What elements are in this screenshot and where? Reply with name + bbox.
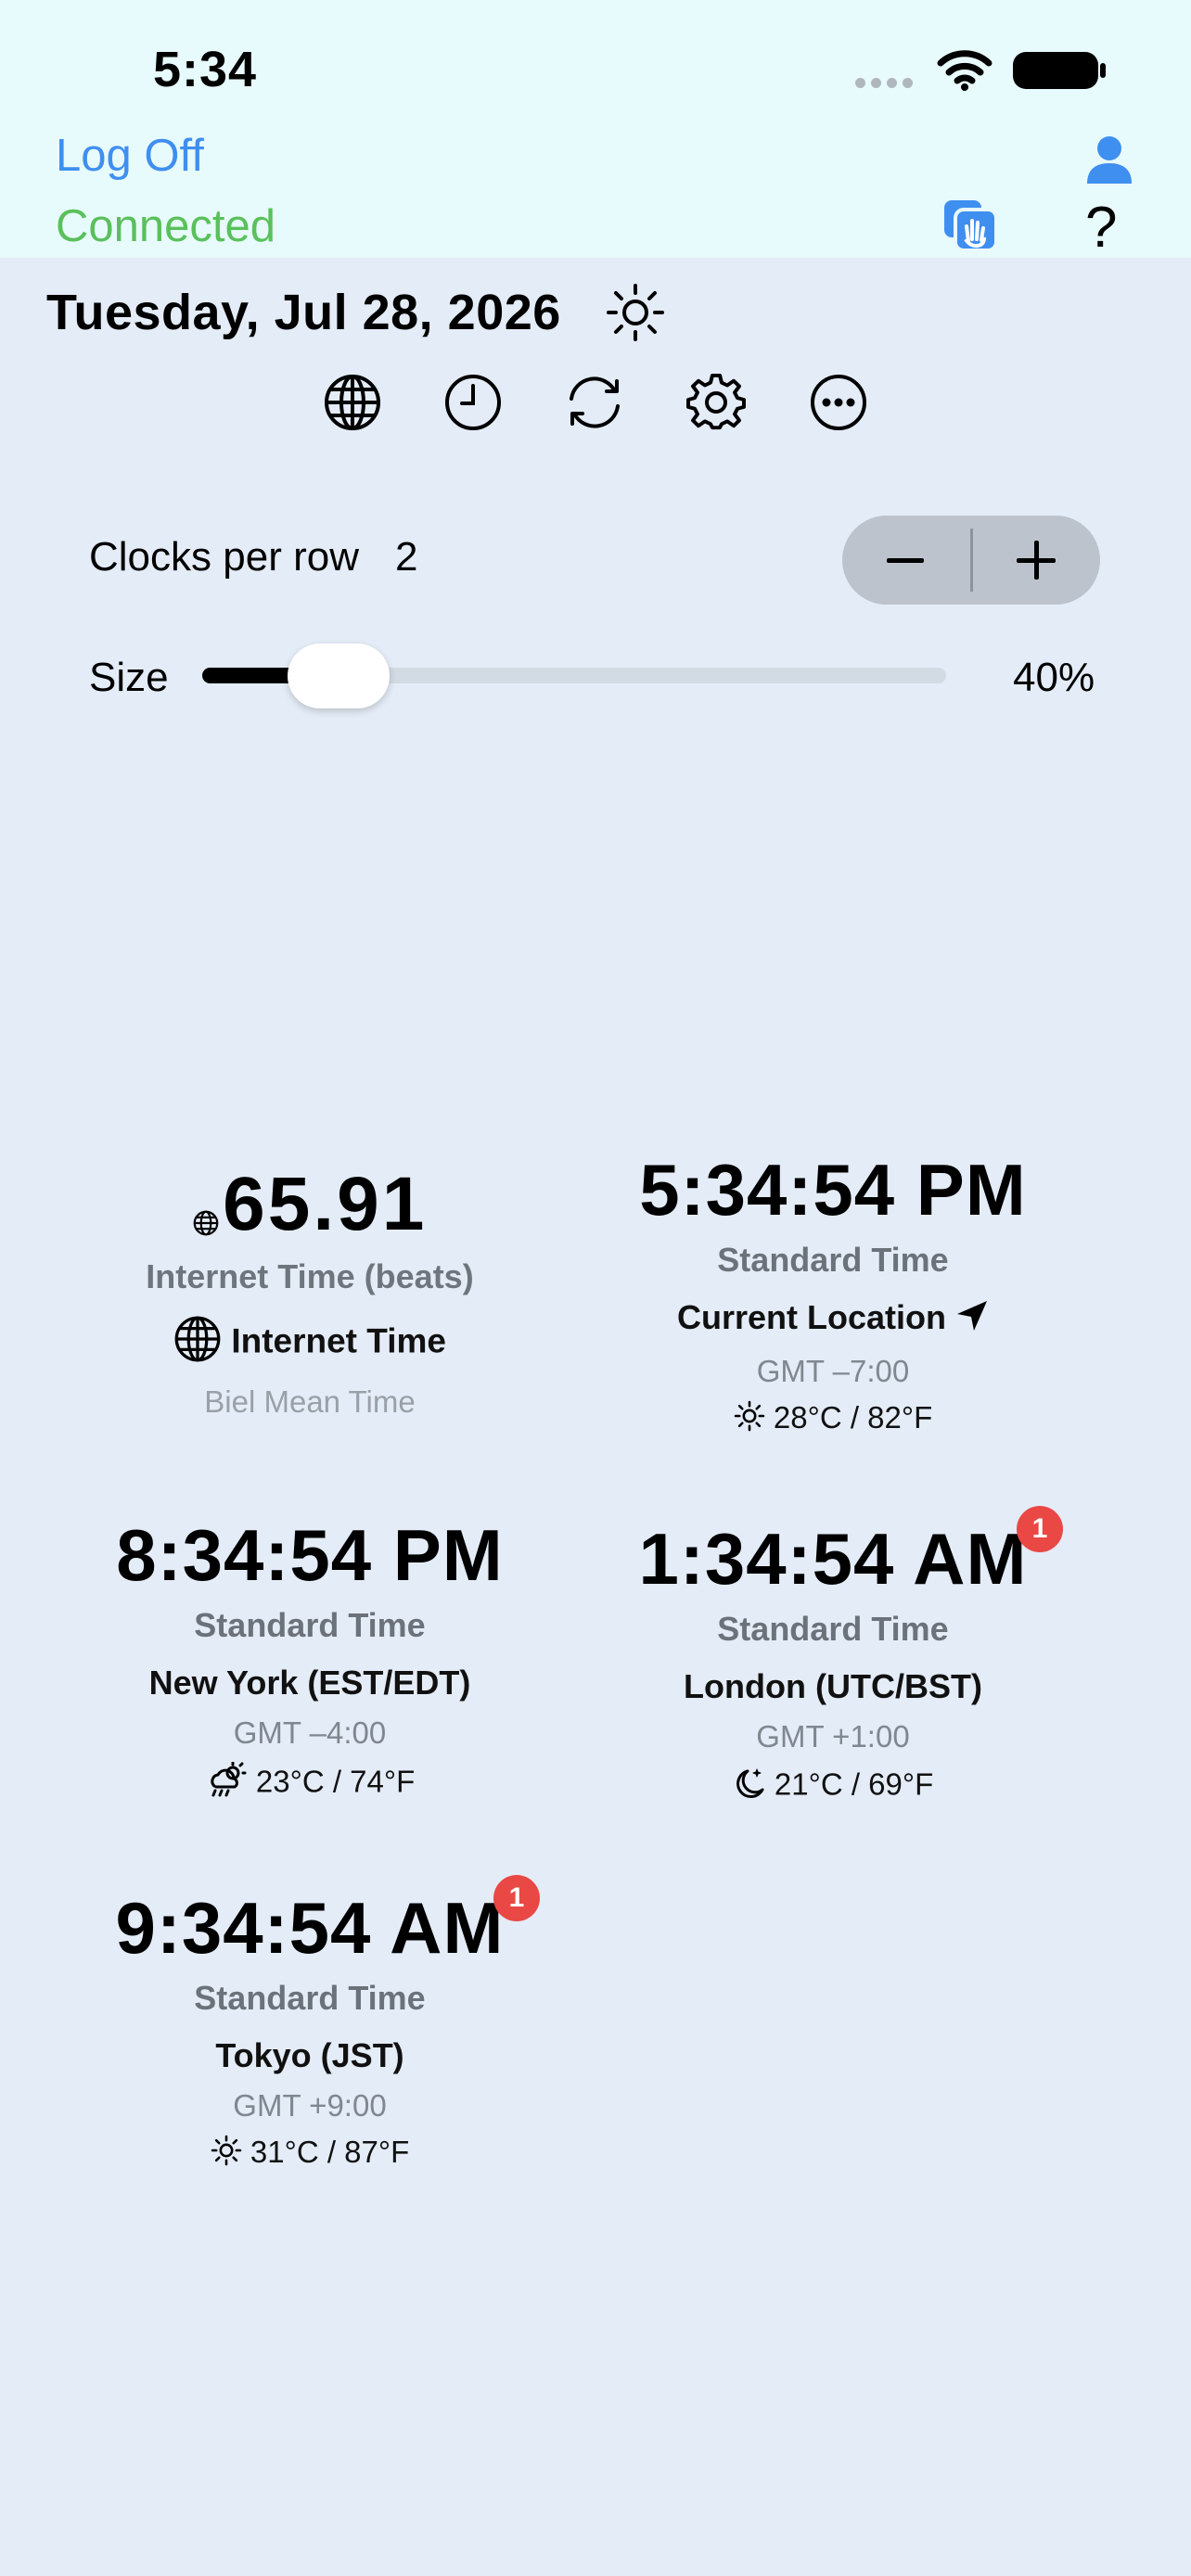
clock-name: Current Location (676, 1298, 946, 1336)
clock-subtitle: Standard Time (717, 1241, 949, 1279)
size-label: Size (89, 655, 169, 700)
clock-name: New York (EST/EDT) (148, 1664, 471, 1702)
status-bar-time: 5:34 (153, 42, 258, 97)
clock-weather: 28°C / 82°F (773, 1399, 933, 1435)
clock-weather-row: 31°C / 87°F (50, 2135, 570, 2174)
clock-subtitle: Standard Time (194, 1979, 426, 2017)
log-off-button[interactable]: Log Off (56, 130, 204, 182)
clock-card-london[interactable]: 1:34:54 AM Standard Time London (UTC/BST… (573, 1523, 1093, 1808)
clock-subtitle: Standard Time (717, 1610, 949, 1648)
clock-gmt: GMT +1:00 (756, 1719, 910, 1753)
clock-weather-row: 23°C / 74°F (50, 1761, 570, 1806)
clock-time: 5:34:54 PM (639, 1149, 1027, 1231)
connection-status: Connected (56, 201, 276, 251)
location-arrow-icon (955, 1299, 989, 1341)
sun-icon (211, 2135, 242, 2174)
gear-icon[interactable] (686, 373, 746, 437)
clock-name: Internet Time (231, 1321, 446, 1360)
more-icon[interactable] (809, 373, 868, 437)
clock-subtitle: Internet Time (beats) (146, 1257, 474, 1295)
account-icon[interactable] (1083, 134, 1135, 190)
cloud-sun-rain-icon (205, 1761, 248, 1806)
notification-badge: 1 (493, 1875, 540, 1921)
handoff-icon[interactable] (942, 198, 1000, 259)
clock-zone: Biel Mean Time (204, 1384, 416, 1419)
size-value: 40% (1013, 655, 1095, 700)
clock-gmt: GMT +9:00 (233, 2088, 387, 2123)
clock-gmt: GMT –7:00 (756, 1353, 910, 1388)
clocks-per-row-value: 2 (395, 534, 418, 580)
notification-badge: 1 (1017, 1506, 1063, 1552)
sun-icon (734, 1400, 765, 1439)
help-button[interactable]: ? (1085, 195, 1117, 261)
clock-time-row: 65.91 (50, 1167, 570, 1243)
cellular-signal-icon (855, 76, 918, 93)
clock-card-tokyo[interactable]: 9:34:54 AM Standard Time Tokyo (JST) GMT… (50, 1892, 570, 2174)
globe-icon[interactable] (323, 373, 382, 437)
sync-icon[interactable] (562, 373, 627, 437)
clock-card-new-york[interactable]: 8:34:54 PM Standard Time New York (EST/E… (50, 1519, 570, 1806)
globe-icon (173, 1315, 222, 1371)
clock-weather-row: 21°C / 69°F (573, 1766, 1093, 1808)
date-label: Tuesday, Jul 28, 2026 (46, 285, 561, 340)
clock-card-internet-time[interactable]: 65.91 Internet Time (beats) Internet Tim… (50, 1167, 570, 1420)
clocks-per-row-label: Clocks per row (89, 534, 359, 580)
clock-time: 8:34:54 PM (116, 1514, 504, 1596)
clock-time: 9:34:54 AM (115, 1887, 505, 1969)
clock-gmt: GMT –4:00 (233, 1715, 387, 1750)
globe-small-icon (193, 1210, 219, 1241)
size-slider-thumb[interactable] (288, 644, 390, 708)
clock-name-row: Current Location (573, 1298, 1093, 1341)
stepper-divider (970, 529, 973, 592)
battery-icon (1013, 52, 1098, 89)
clock-icon[interactable] (443, 373, 503, 437)
plus-icon-vertical (1034, 541, 1039, 580)
sun-icon[interactable] (605, 282, 666, 348)
moon-stars-icon (733, 1766, 766, 1808)
wifi-icon (937, 48, 992, 96)
clock-card-current-location[interactable]: 5:34:54 PM Standard Time Current Locatio… (573, 1154, 1093, 1439)
battery-nub (1100, 63, 1106, 78)
clock-time: 65.91 (223, 1162, 428, 1246)
clock-name: Tokyo (JST) (215, 2036, 404, 2074)
clock-time: 1:34:54 AM (638, 1518, 1028, 1600)
clock-weather: 31°C / 87°F (250, 2135, 410, 2169)
clock-name-row: Internet Time (50, 1315, 570, 1371)
clock-name: London (UTC/BST) (684, 1667, 982, 1705)
clock-weather: 21°C / 69°F (774, 1766, 934, 1802)
clock-weather: 23°C / 74°F (255, 1764, 416, 1799)
clock-weather-row: 28°C / 82°F (573, 1400, 1093, 1439)
clock-subtitle: Standard Time (194, 1606, 426, 1644)
minus-icon (887, 558, 924, 563)
